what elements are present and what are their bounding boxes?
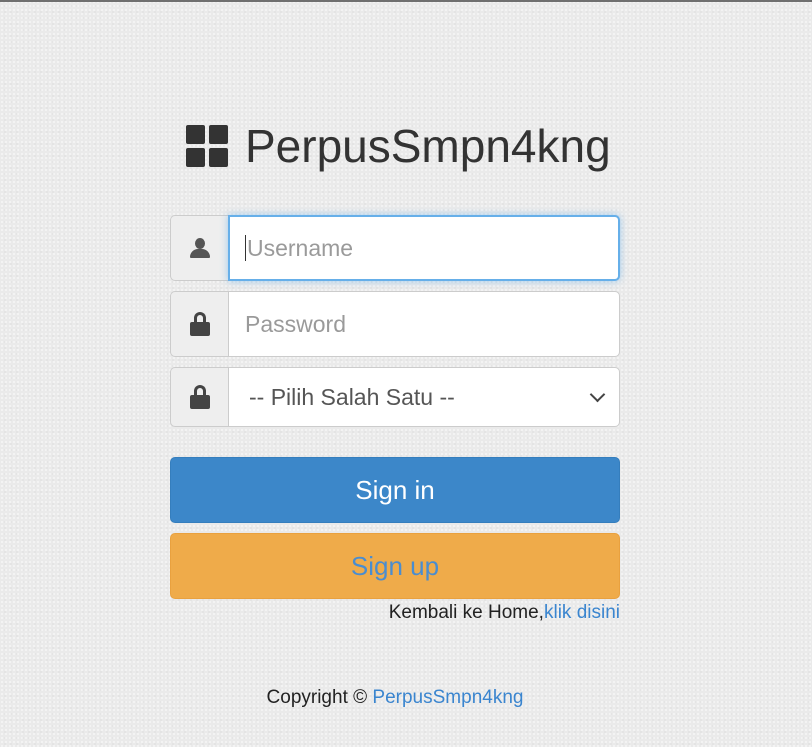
footer: Copyright © PerpusSmpn4kng [0, 687, 790, 709]
brand-header: PerpusSmpn4kng [186, 118, 611, 174]
password-addon [170, 291, 228, 357]
role-select-addon [170, 367, 228, 427]
sign-up-button[interactable]: Sign up [170, 533, 620, 599]
login-form: Username Password -- Pilih Salah Satu --… [170, 215, 620, 624]
role-select[interactable]: -- Pilih Salah Satu -- [228, 367, 620, 427]
home-link[interactable]: klik disini [544, 602, 620, 623]
role-select-value: -- Pilih Salah Satu -- [249, 383, 455, 410]
text-caret [245, 235, 246, 261]
username-group: Username [170, 215, 620, 281]
home-text: Kembali ke Home, [388, 602, 544, 623]
username-addon [170, 215, 228, 281]
role-select-group: -- Pilih Salah Satu -- [170, 367, 620, 427]
password-placeholder: Password [245, 310, 346, 337]
username-placeholder: Username [247, 234, 354, 261]
brand-title: PerpusSmpn4kng [245, 120, 611, 172]
th-large-icon [186, 125, 228, 167]
username-input[interactable]: Username [228, 215, 620, 281]
footer-brand-link[interactable]: PerpusSmpn4kng [372, 687, 523, 708]
lock-icon [189, 385, 210, 409]
user-icon [189, 238, 210, 258]
lock-icon [189, 312, 210, 336]
home-link-line: Kembali ke Home,klik disini [170, 602, 620, 624]
sign-in-button[interactable]: Sign in [170, 457, 620, 523]
copyright-text: Copyright © [266, 687, 368, 708]
chevron-down-icon [589, 386, 606, 402]
password-group: Password [170, 291, 620, 357]
password-input[interactable]: Password [228, 291, 620, 357]
